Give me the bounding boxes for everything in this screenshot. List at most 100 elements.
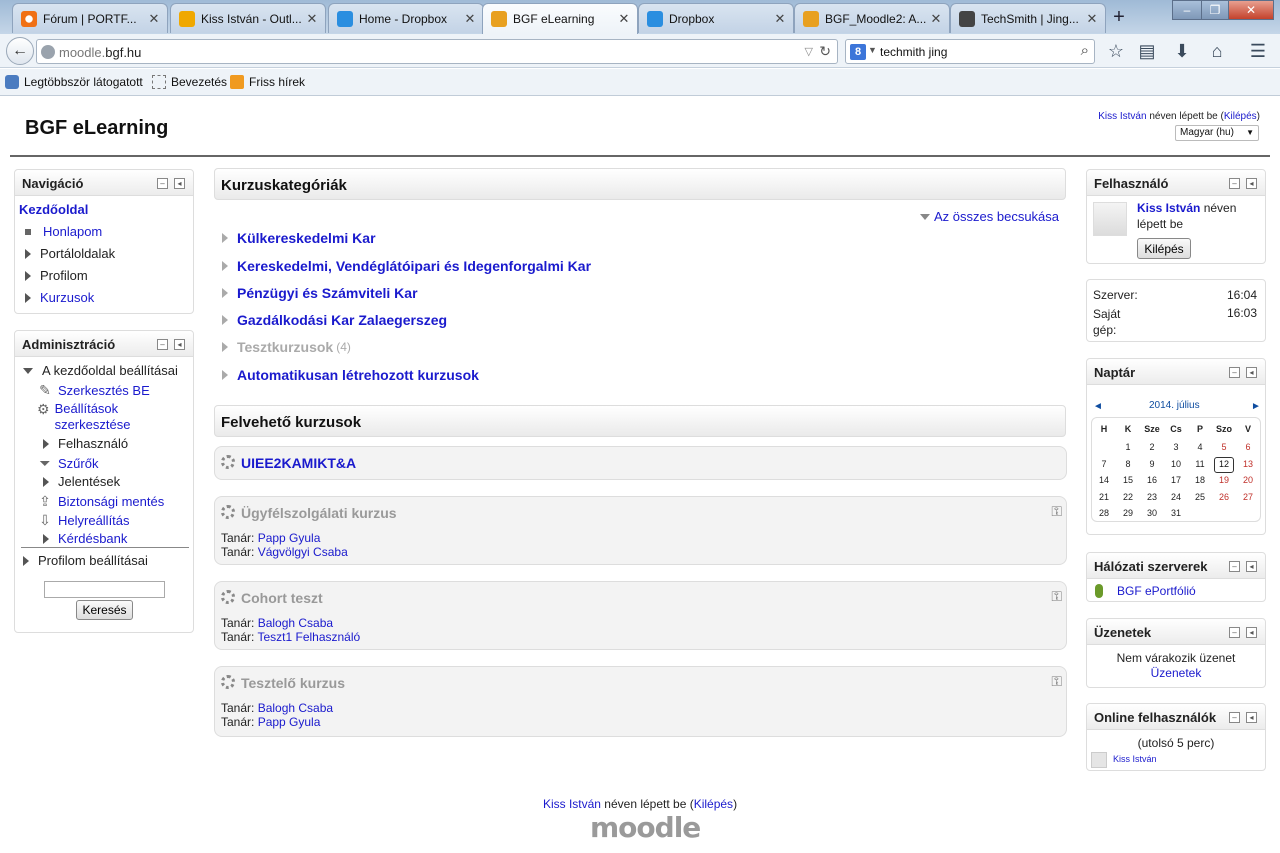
calendar-day[interactable]: 6: [1238, 442, 1258, 452]
moodle-logo[interactable]: moodle: [590, 811, 701, 844]
dock-icon[interactable]: ◂: [1246, 627, 1257, 638]
calendar-day[interactable]: 13: [1238, 459, 1258, 469]
calendar-day[interactable]: 9: [1142, 459, 1162, 469]
eportfolio-link[interactable]: BGF ePortfólió: [1117, 584, 1196, 598]
collapse-all-link[interactable]: Az összes becsukása: [920, 209, 1059, 224]
category-item[interactable]: Kereskedelmi, Vendéglátóipari és Idegenf…: [222, 258, 591, 274]
collapse-icon[interactable]: –: [1229, 178, 1240, 189]
calendar-day[interactable]: 23: [1142, 492, 1162, 502]
collapse-icon[interactable]: –: [1229, 561, 1240, 572]
calendar-day[interactable]: 30: [1142, 508, 1162, 518]
close-icon[interactable]: ✕: [305, 11, 319, 27]
calendar-day[interactable]: 22: [1118, 492, 1138, 502]
calendar-day[interactable]: 26: [1214, 492, 1234, 502]
google-icon[interactable]: 8: [850, 44, 866, 60]
browser-tab[interactable]: Home - Dropbox ✕: [328, 3, 484, 33]
browser-tab[interactable]: Dropbox ✕: [638, 3, 794, 33]
admin-edit-settings[interactable]: ⚙ Beállítások szerkesztése: [37, 401, 157, 433]
close-icon[interactable]: ✕: [463, 11, 477, 27]
calendar-day[interactable]: 2: [1142, 442, 1162, 452]
category-item[interactable]: Külkereskedelmi Kar: [222, 230, 376, 246]
admin-backup[interactable]: ⇪ Biztonsági mentés: [37, 493, 164, 509]
calendar-day[interactable]: 18: [1190, 475, 1210, 485]
course-title[interactable]: Ügyfélszolgálati kurzus: [241, 505, 397, 521]
dock-icon[interactable]: ◂: [1246, 367, 1257, 378]
calendar-day[interactable]: 8: [1118, 459, 1138, 469]
calendar-day[interactable]: 20: [1238, 475, 1258, 485]
calendar-month-link[interactable]: 2014. július: [1149, 400, 1200, 411]
logout-button[interactable]: Kilépés: [1137, 238, 1191, 259]
dock-icon[interactable]: ◂: [174, 178, 185, 189]
calendar-day[interactable]: 11: [1190, 459, 1210, 469]
chevron-down-icon[interactable]: ▼: [868, 45, 877, 55]
calendar-day[interactable]: 16: [1142, 475, 1162, 485]
calendar-day[interactable]: 25: [1190, 492, 1210, 502]
calendar-day[interactable]: 15: [1118, 475, 1138, 485]
browser-tab[interactable]: TechSmith | Jing... ✕: [950, 3, 1106, 33]
bookmark-star-icon[interactable]: ☆: [1104, 40, 1128, 62]
calendar-day[interactable]: 31: [1166, 508, 1186, 518]
category-item-hidden[interactable]: Tesztkurzusok (4): [222, 339, 351, 355]
course-title[interactable]: Tesztelő kurzus: [241, 675, 345, 691]
course-title[interactable]: UIEE2KAMIKT&A: [241, 455, 356, 471]
bookmark-latest-news[interactable]: Friss hírek: [230, 75, 305, 89]
bookmark-getting-started[interactable]: Bevezetés: [152, 75, 227, 89]
dropdown-icon[interactable]: ▽: [805, 45, 813, 58]
admin-reports[interactable]: Jelentések: [43, 474, 120, 489]
browser-tab[interactable]: Fórum | PORTF... ✕: [12, 3, 168, 33]
prev-month-icon[interactable]: ◄: [1093, 401, 1103, 412]
logout-link[interactable]: Kilépés: [694, 797, 733, 811]
browser-tab[interactable]: Kiss István - Outl... ✕: [170, 3, 326, 33]
back-button[interactable]: ←: [6, 37, 34, 65]
calendar-day[interactable]: 24: [1166, 492, 1186, 502]
calendar-day[interactable]: 14: [1094, 475, 1114, 485]
collapse-icon[interactable]: –: [157, 339, 168, 350]
close-icon[interactable]: ✕: [773, 11, 787, 27]
calendar-day[interactable]: 19: [1214, 475, 1234, 485]
calendar-day[interactable]: 21: [1094, 492, 1114, 502]
minimize-button[interactable]: –: [1172, 0, 1202, 20]
address-bar[interactable]: moodle.bgf.hu ▽ ↻: [36, 39, 838, 64]
download-icon[interactable]: ⬇: [1170, 40, 1194, 62]
dock-icon[interactable]: ◂: [1246, 561, 1257, 572]
calendar-day[interactable]: 27: [1238, 492, 1258, 502]
nav-item-courses[interactable]: Kurzusok: [25, 290, 94, 305]
new-tab-button[interactable]: +: [1108, 6, 1130, 29]
messages-link[interactable]: Üzenetek: [1087, 666, 1265, 680]
logout-link[interactable]: Kilépés: [1224, 111, 1257, 122]
collapse-icon[interactable]: –: [1229, 712, 1240, 723]
avatar[interactable]: [1093, 202, 1127, 236]
reload-icon[interactable]: ↻: [819, 43, 831, 60]
calendar-day[interactable]: 28: [1094, 508, 1114, 518]
close-icon[interactable]: ✕: [1085, 11, 1099, 27]
bookmark-most-visited[interactable]: Legtöbbször látogatott: [5, 75, 143, 89]
online-user-link[interactable]: Kiss István: [1113, 754, 1157, 764]
search-input[interactable]: techmith jing: [880, 45, 947, 59]
home-icon[interactable]: ⌂: [1205, 40, 1229, 62]
next-month-icon[interactable]: ►: [1251, 401, 1261, 412]
category-item[interactable]: Pénzügyi és Számviteli Kar: [222, 285, 418, 301]
close-icon[interactable]: ✕: [929, 11, 943, 27]
browser-tab-active[interactable]: BGF eLearning ✕: [482, 3, 638, 34]
nav-item-site-pages[interactable]: Portáloldalak: [25, 246, 115, 261]
category-item[interactable]: Automatikusan létrehozott kurzusok: [222, 367, 479, 383]
admin-users[interactable]: Felhasználó: [43, 436, 128, 451]
calendar-day[interactable]: 17: [1166, 475, 1186, 485]
window-close-button[interactable]: ✕: [1228, 0, 1274, 20]
user-link[interactable]: Kiss István: [543, 797, 601, 811]
admin-search-input[interactable]: [44, 581, 165, 598]
close-icon[interactable]: ✕: [617, 11, 631, 27]
calendar-day[interactable]: 29: [1118, 508, 1138, 518]
maximize-button[interactable]: ❐: [1201, 0, 1229, 20]
collapse-icon[interactable]: –: [1229, 627, 1240, 638]
calendar-day[interactable]: 4: [1190, 442, 1210, 452]
calendar-day[interactable]: 10: [1166, 459, 1186, 469]
admin-frontpage-settings[interactable]: A kezdőoldal beállításai: [23, 363, 178, 378]
admin-turn-editing-on[interactable]: ✎ Szerkesztés BE: [37, 382, 150, 398]
language-select[interactable]: Magyar (hu) ▼: [1175, 125, 1259, 141]
user-link[interactable]: Kiss István: [1098, 111, 1146, 122]
collapse-icon[interactable]: –: [157, 178, 168, 189]
calendar-day[interactable]: 3: [1166, 442, 1186, 452]
close-icon[interactable]: ✕: [147, 11, 161, 27]
search-box[interactable]: 8 ▼ techmith jing ⌕: [845, 39, 1095, 64]
